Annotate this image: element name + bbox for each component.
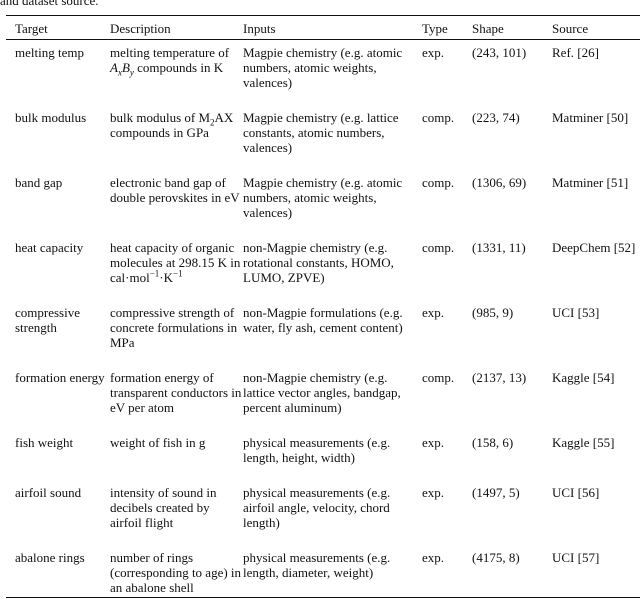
cell-target: formation energy	[15, 370, 105, 385]
cell-source: Matminer [50]	[552, 110, 629, 125]
table-row: heat capacity heat capacity of organic m…	[6, 236, 640, 301]
cell-type: exp.	[422, 550, 445, 565]
cell-inputs: non-Magpie chemistry (e.g. rotational co…	[243, 240, 394, 285]
cell-description: intensity of sound in decibels created b…	[110, 485, 217, 530]
cell-shape: (4175, 8)	[472, 550, 520, 565]
cell-shape: (2137, 13)	[472, 370, 527, 385]
cell-shape: (1497, 5)	[472, 485, 520, 500]
cell-description: electronic band gap of double perovskite…	[110, 175, 240, 205]
cell-target: band gap	[15, 175, 63, 190]
table-row: band gap electronic band gap of double p…	[6, 171, 640, 236]
cell-type: exp.	[422, 45, 445, 60]
dataset-table-container: Target Description Inputs Type Shape Sou…	[6, 15, 640, 598]
cell-source: UCI [57]	[552, 550, 600, 565]
cell-target: abalone rings	[15, 550, 85, 565]
cell-description: formation energy of transparent conducto…	[110, 370, 242, 415]
cell-type: comp.	[422, 370, 455, 385]
cell-type: comp.	[422, 240, 455, 255]
cell-inputs: non-Magpie formulations (e.g. water, fly…	[243, 305, 403, 335]
description-text: melting temperature of	[110, 45, 230, 60]
cell-inputs: Magpie chemistry (e.g. atomic numbers, a…	[243, 45, 403, 90]
cell-source: Kaggle [54]	[552, 370, 615, 385]
cell-description: compressive strength of concrete formula…	[110, 305, 238, 350]
cell-shape: (985, 9)	[472, 305, 514, 320]
table-row: airfoil sound intensity of sound in deci…	[6, 481, 640, 546]
header-shape: Shape	[472, 21, 504, 36]
header-description: Description	[110, 21, 171, 36]
cell-inputs: physical measurements (e.g. airfoil angl…	[243, 485, 391, 530]
cell-type: exp.	[422, 435, 445, 450]
cell-description: bulk modulus of M2AX compounds in GPa	[110, 106, 243, 171]
math-A: A	[110, 60, 118, 75]
cell-target: heat capacity	[15, 240, 84, 255]
header-target: Target	[15, 21, 48, 36]
cell-type: comp.	[422, 110, 455, 125]
cell-shape: (243, 101)	[472, 45, 527, 60]
cell-type: comp.	[422, 175, 455, 190]
cell-type: exp.	[422, 305, 445, 320]
cell-target: compressive strength	[15, 305, 80, 335]
cell-source: Ref. [26]	[552, 45, 599, 60]
cell-source: UCI [53]	[552, 305, 600, 320]
cell-target: fish weight	[15, 435, 74, 450]
table-row: abalone rings number of rings (correspon…	[6, 546, 640, 598]
cell-inputs: physical measurements (e.g. length, diam…	[243, 550, 391, 580]
cell-shape: (158, 6)	[472, 435, 514, 450]
math-B: B	[121, 60, 130, 75]
description-text: compounds in K	[133, 60, 224, 75]
dataset-table: Target Description Inputs Type Shape Sou…	[6, 15, 640, 598]
cell-inputs: Magpie chemistry (e.g. atomic numbers, a…	[243, 175, 403, 220]
cell-inputs: non-Magpie chemistry (e.g. lattice vecto…	[243, 370, 401, 415]
cell-target: melting temp	[15, 45, 84, 60]
cell-description: melting temperature of AxBy compounds in…	[110, 40, 243, 107]
table-row: melting temp melting temperature of AxBy…	[6, 40, 640, 107]
header-inputs: Inputs	[243, 21, 276, 36]
description-text: ·K	[159, 270, 174, 285]
superscript: −1	[149, 268, 160, 279]
cell-target: airfoil sound	[15, 485, 82, 500]
cell-inputs: physical measurements (e.g. length, heig…	[243, 435, 391, 465]
description-text: bulk modulus of M	[110, 110, 211, 125]
cell-source: Kaggle [55]	[552, 435, 615, 450]
cell-type: exp.	[422, 485, 445, 500]
table-header-row: Target Description Inputs Type Shape Sou…	[6, 15, 640, 40]
cell-description: heat capacity of organic molecules at 29…	[110, 236, 243, 301]
cell-shape: (1331, 11)	[472, 240, 526, 255]
cell-target: bulk modulus	[15, 110, 87, 125]
table-row: bulk modulus bulk modulus of M2AX compou…	[6, 106, 640, 171]
cell-shape: (1306, 69)	[472, 175, 527, 190]
table-row: compressive strength compressive strengt…	[6, 301, 640, 366]
header-type: Type	[422, 21, 448, 36]
table-row: fish weight weight of fish in g physical…	[6, 431, 640, 481]
header-source: Source	[552, 21, 589, 36]
cell-source: UCI [56]	[552, 485, 600, 500]
superscript: −1	[173, 268, 183, 279]
cell-inputs: Magpie chemistry (e.g. lattice constants…	[243, 110, 399, 155]
table-caption-fragment: and dataset source.	[0, 0, 99, 8]
cell-source: DeepChem [52]	[552, 240, 636, 255]
cell-shape: (223, 74)	[472, 110, 520, 125]
cell-description: weight of fish in g	[110, 435, 206, 450]
cell-description: number of rings (corresponding to age) i…	[110, 550, 242, 595]
table-row: formation energy formation energy of tra…	[6, 366, 640, 431]
cell-source: Matminer [51]	[552, 175, 629, 190]
